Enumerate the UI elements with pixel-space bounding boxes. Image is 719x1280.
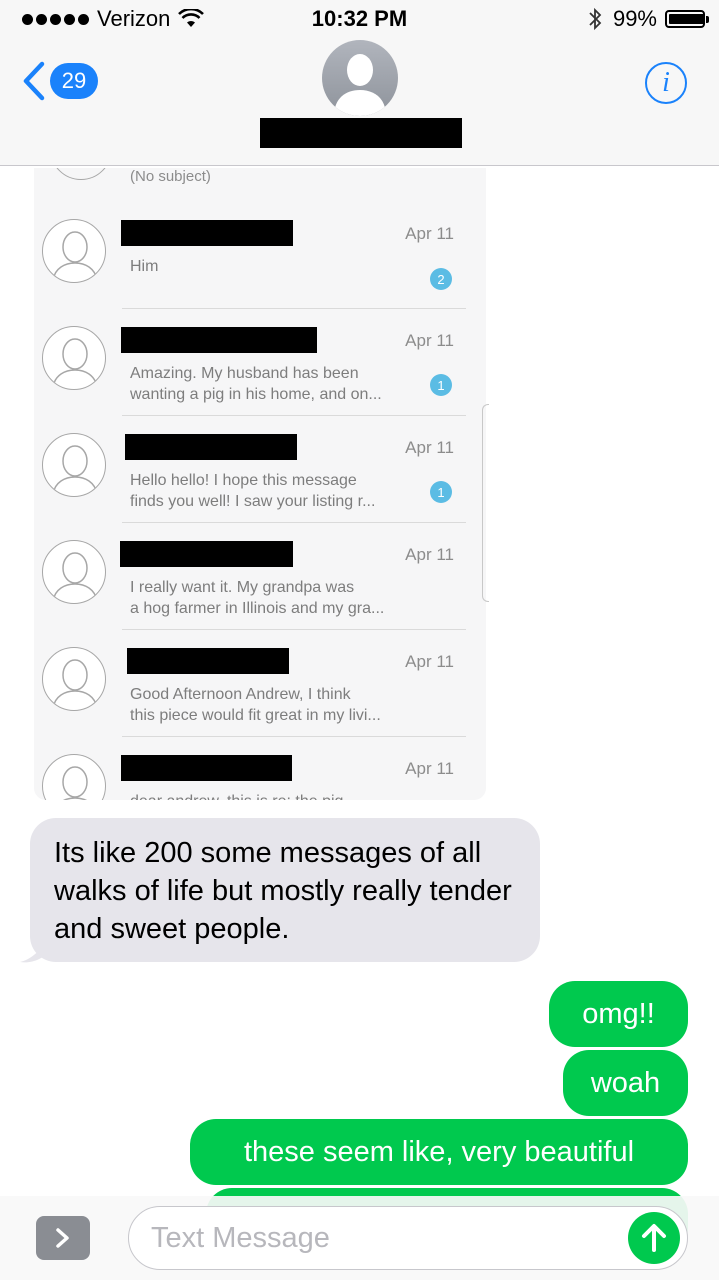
status-right: 99% [587, 6, 709, 32]
redacted-contact-name [260, 118, 462, 148]
inbox-screenshot-image[interactable]: (No subject) Apr 11 Him 2 Apr 11 Amazing… [34, 168, 486, 800]
date-label: Apr 11 [405, 652, 454, 671]
message-preview: Good Afternoon Andrew, I think this piec… [130, 684, 420, 726]
info-button[interactable]: i [645, 62, 687, 104]
person-outline-icon [50, 168, 112, 180]
date-label: Apr 11 [405, 331, 454, 350]
message-input-placeholder: Text Message [151, 1221, 330, 1254]
preview-line: Him [130, 258, 159, 275]
preview-line: finds you well! I saw your listing r... [130, 493, 376, 510]
list-item: Apr 11 Amazing. My husband has been want… [34, 309, 486, 416]
list-item: Apr 11 dear andrew, this is re: the pig [34, 737, 486, 800]
redacted-sender [120, 541, 293, 567]
bluetooth-icon [589, 7, 602, 31]
preview-line: dear andrew, this is re: the pig [130, 791, 420, 800]
scroll-indicator [482, 404, 489, 602]
message-preview: Amazing. My husband has been wanting a p… [130, 363, 420, 405]
unread-badge: 2 [430, 268, 452, 290]
redacted-sender [121, 220, 293, 246]
unread-badge: 1 [430, 481, 452, 503]
person-outline-icon [42, 433, 106, 497]
received-message-bubble[interactable]: Its like 200 some messages of all walks … [30, 818, 540, 962]
list-item: Apr 11 Him 2 [34, 202, 486, 309]
date-label: Apr 11 [405, 545, 454, 564]
subject-text: (No subject) [130, 168, 211, 185]
sent-message-bubble[interactable]: these seem like, very beautiful [190, 1119, 688, 1185]
preview-line: a hog farmer in Illinois and my gra... [130, 600, 385, 617]
date-label: Apr 11 [405, 224, 454, 243]
person-outline-icon [42, 754, 106, 800]
preview-line: Amazing. My husband has been [130, 365, 359, 382]
person-outline-icon [42, 647, 106, 711]
apps-expand-button[interactable] [36, 1216, 90, 1260]
sent-message-bubble[interactable]: omg!! [549, 981, 688, 1047]
person-outline-icon [42, 540, 106, 604]
redacted-sender [127, 648, 289, 674]
chevron-right-icon [56, 1228, 69, 1248]
chevron-left-icon [23, 61, 45, 101]
redacted-sender [121, 327, 317, 353]
redacted-sender [121, 755, 292, 781]
list-item: Apr 11 Hello hello! I hope this message … [34, 416, 486, 523]
list-item: Apr 11 Good Afternoon Andrew, I think th… [34, 630, 486, 737]
message-preview: I really want it. My grandpa was a hog f… [130, 577, 420, 619]
message-input[interactable]: Text Message [128, 1206, 688, 1270]
battery-percent: 99% [612, 6, 657, 31]
status-bar: Verizon 10:32 PM 99% [0, 0, 719, 40]
person-outline-icon [42, 219, 106, 283]
info-icon: i [662, 67, 670, 98]
back-button[interactable]: 29 [22, 60, 98, 102]
preview-line: Good Afternoon Andrew, I think [130, 686, 351, 703]
person-silhouette-icon [334, 54, 386, 116]
person-outline-icon [42, 326, 106, 390]
preview-line: I really want it. My grandpa was [130, 579, 355, 596]
message-preview: Him [130, 256, 420, 277]
message-preview: dear andrew, this is re: the pig [130, 791, 420, 800]
preview-line: this piece would fit great in my livi... [130, 707, 381, 724]
unread-badge: 1 [430, 374, 452, 396]
compose-bar: Text Message [0, 1196, 719, 1280]
arrow-up-icon [642, 1224, 666, 1252]
message-preview: Hello hello! I hope this message finds y… [130, 470, 420, 512]
sent-message-bubble[interactable]: woah [563, 1050, 688, 1116]
preview-line: Hello hello! I hope this message [130, 472, 357, 489]
redacted-sender [125, 434, 297, 460]
preview-line: wanting a pig in his home, and on... [130, 386, 382, 403]
contact-avatar[interactable] [322, 40, 398, 116]
list-item: Apr 11 I really want it. My grandpa was … [34, 523, 486, 630]
date-label: Apr 11 [405, 759, 454, 778]
conversation-header: 29 i [0, 40, 719, 166]
date-label: Apr 11 [405, 438, 454, 457]
send-button[interactable] [628, 1212, 680, 1264]
battery-icon [665, 10, 709, 28]
unread-count-badge: 29 [50, 63, 98, 99]
